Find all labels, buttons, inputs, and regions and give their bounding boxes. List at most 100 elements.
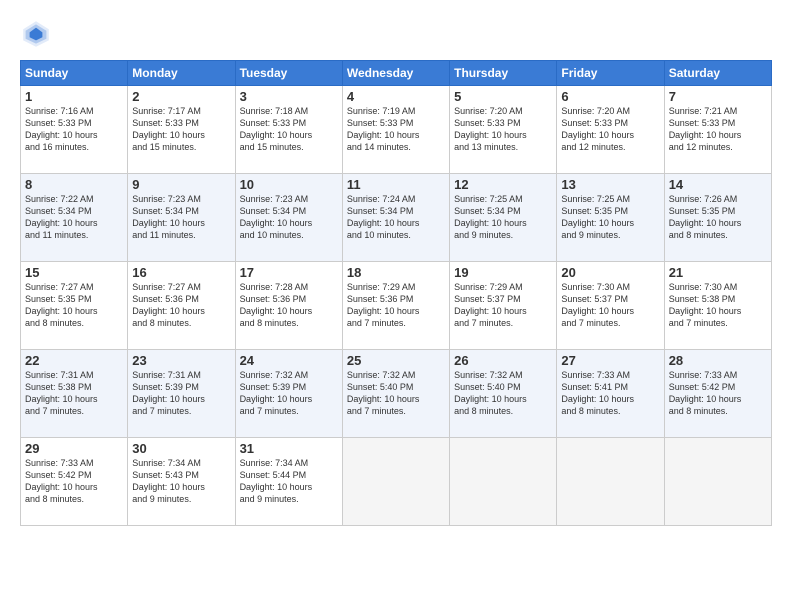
day-number: 28 — [669, 353, 767, 368]
day-number: 20 — [561, 265, 659, 280]
day-number: 11 — [347, 177, 445, 192]
calendar-cell: 17Sunrise: 7:28 AM Sunset: 5:36 PM Dayli… — [235, 262, 342, 350]
calendar-cell — [557, 438, 664, 526]
header — [20, 18, 772, 50]
day-info: Sunrise: 7:17 AM Sunset: 5:33 PM Dayligh… — [132, 105, 230, 154]
day-info: Sunrise: 7:32 AM Sunset: 5:39 PM Dayligh… — [240, 369, 338, 418]
calendar-cell: 31Sunrise: 7:34 AM Sunset: 5:44 PM Dayli… — [235, 438, 342, 526]
day-info: Sunrise: 7:31 AM Sunset: 5:38 PM Dayligh… — [25, 369, 123, 418]
header-wednesday: Wednesday — [342, 61, 449, 86]
day-number: 21 — [669, 265, 767, 280]
day-info: Sunrise: 7:34 AM Sunset: 5:43 PM Dayligh… — [132, 457, 230, 506]
header-friday: Friday — [557, 61, 664, 86]
day-info: Sunrise: 7:23 AM Sunset: 5:34 PM Dayligh… — [132, 193, 230, 242]
logo — [20, 18, 56, 50]
day-number: 10 — [240, 177, 338, 192]
calendar-cell: 11Sunrise: 7:24 AM Sunset: 5:34 PM Dayli… — [342, 174, 449, 262]
day-number: 26 — [454, 353, 552, 368]
header-tuesday: Tuesday — [235, 61, 342, 86]
day-info: Sunrise: 7:25 AM Sunset: 5:35 PM Dayligh… — [561, 193, 659, 242]
calendar-cell: 8Sunrise: 7:22 AM Sunset: 5:34 PM Daylig… — [21, 174, 128, 262]
day-number: 22 — [25, 353, 123, 368]
day-number: 9 — [132, 177, 230, 192]
day-number: 30 — [132, 441, 230, 456]
header-monday: Monday — [128, 61, 235, 86]
day-info: Sunrise: 7:20 AM Sunset: 5:33 PM Dayligh… — [561, 105, 659, 154]
page: Sunday Monday Tuesday Wednesday Thursday… — [0, 0, 792, 612]
calendar-cell: 6Sunrise: 7:20 AM Sunset: 5:33 PM Daylig… — [557, 86, 664, 174]
day-number: 2 — [132, 89, 230, 104]
day-info: Sunrise: 7:31 AM Sunset: 5:39 PM Dayligh… — [132, 369, 230, 418]
day-info: Sunrise: 7:30 AM Sunset: 5:37 PM Dayligh… — [561, 281, 659, 330]
day-number: 18 — [347, 265, 445, 280]
header-thursday: Thursday — [450, 61, 557, 86]
day-info: Sunrise: 7:21 AM Sunset: 5:33 PM Dayligh… — [669, 105, 767, 154]
day-info: Sunrise: 7:29 AM Sunset: 5:36 PM Dayligh… — [347, 281, 445, 330]
day-info: Sunrise: 7:26 AM Sunset: 5:35 PM Dayligh… — [669, 193, 767, 242]
calendar-cell: 15Sunrise: 7:27 AM Sunset: 5:35 PM Dayli… — [21, 262, 128, 350]
day-info: Sunrise: 7:29 AM Sunset: 5:37 PM Dayligh… — [454, 281, 552, 330]
calendar-cell: 5Sunrise: 7:20 AM Sunset: 5:33 PM Daylig… — [450, 86, 557, 174]
day-number: 5 — [454, 89, 552, 104]
calendar-cell: 13Sunrise: 7:25 AM Sunset: 5:35 PM Dayli… — [557, 174, 664, 262]
calendar-cell: 9Sunrise: 7:23 AM Sunset: 5:34 PM Daylig… — [128, 174, 235, 262]
calendar-week-row: 8Sunrise: 7:22 AM Sunset: 5:34 PM Daylig… — [21, 174, 772, 262]
calendar-cell: 12Sunrise: 7:25 AM Sunset: 5:34 PM Dayli… — [450, 174, 557, 262]
day-number: 16 — [132, 265, 230, 280]
calendar-cell: 27Sunrise: 7:33 AM Sunset: 5:41 PM Dayli… — [557, 350, 664, 438]
calendar-cell: 18Sunrise: 7:29 AM Sunset: 5:36 PM Dayli… — [342, 262, 449, 350]
calendar-cell: 2Sunrise: 7:17 AM Sunset: 5:33 PM Daylig… — [128, 86, 235, 174]
day-number: 13 — [561, 177, 659, 192]
calendar-cell: 25Sunrise: 7:32 AM Sunset: 5:40 PM Dayli… — [342, 350, 449, 438]
day-number: 24 — [240, 353, 338, 368]
calendar-cell: 29Sunrise: 7:33 AM Sunset: 5:42 PM Dayli… — [21, 438, 128, 526]
calendar-cell: 7Sunrise: 7:21 AM Sunset: 5:33 PM Daylig… — [664, 86, 771, 174]
day-info: Sunrise: 7:33 AM Sunset: 5:41 PM Dayligh… — [561, 369, 659, 418]
calendar-week-row: 22Sunrise: 7:31 AM Sunset: 5:38 PM Dayli… — [21, 350, 772, 438]
header-saturday: Saturday — [664, 61, 771, 86]
calendar-cell: 14Sunrise: 7:26 AM Sunset: 5:35 PM Dayli… — [664, 174, 771, 262]
day-info: Sunrise: 7:27 AM Sunset: 5:35 PM Dayligh… — [25, 281, 123, 330]
calendar-cell — [664, 438, 771, 526]
day-info: Sunrise: 7:34 AM Sunset: 5:44 PM Dayligh… — [240, 457, 338, 506]
day-number: 25 — [347, 353, 445, 368]
calendar-cell — [342, 438, 449, 526]
calendar-header-row: Sunday Monday Tuesday Wednesday Thursday… — [21, 61, 772, 86]
day-number: 15 — [25, 265, 123, 280]
calendar-cell: 23Sunrise: 7:31 AM Sunset: 5:39 PM Dayli… — [128, 350, 235, 438]
day-info: Sunrise: 7:32 AM Sunset: 5:40 PM Dayligh… — [454, 369, 552, 418]
day-number: 17 — [240, 265, 338, 280]
calendar-cell: 21Sunrise: 7:30 AM Sunset: 5:38 PM Dayli… — [664, 262, 771, 350]
day-number: 3 — [240, 89, 338, 104]
calendar-cell: 20Sunrise: 7:30 AM Sunset: 5:37 PM Dayli… — [557, 262, 664, 350]
calendar-week-row: 1Sunrise: 7:16 AM Sunset: 5:33 PM Daylig… — [21, 86, 772, 174]
calendar-week-row: 15Sunrise: 7:27 AM Sunset: 5:35 PM Dayli… — [21, 262, 772, 350]
calendar-cell: 22Sunrise: 7:31 AM Sunset: 5:38 PM Dayli… — [21, 350, 128, 438]
calendar-week-row: 29Sunrise: 7:33 AM Sunset: 5:42 PM Dayli… — [21, 438, 772, 526]
day-info: Sunrise: 7:33 AM Sunset: 5:42 PM Dayligh… — [25, 457, 123, 506]
day-number: 31 — [240, 441, 338, 456]
day-info: Sunrise: 7:30 AM Sunset: 5:38 PM Dayligh… — [669, 281, 767, 330]
calendar-cell: 10Sunrise: 7:23 AM Sunset: 5:34 PM Dayli… — [235, 174, 342, 262]
day-info: Sunrise: 7:24 AM Sunset: 5:34 PM Dayligh… — [347, 193, 445, 242]
calendar-cell: 28Sunrise: 7:33 AM Sunset: 5:42 PM Dayli… — [664, 350, 771, 438]
calendar-cell: 26Sunrise: 7:32 AM Sunset: 5:40 PM Dayli… — [450, 350, 557, 438]
day-number: 23 — [132, 353, 230, 368]
day-info: Sunrise: 7:32 AM Sunset: 5:40 PM Dayligh… — [347, 369, 445, 418]
calendar-cell: 30Sunrise: 7:34 AM Sunset: 5:43 PM Dayli… — [128, 438, 235, 526]
day-info: Sunrise: 7:25 AM Sunset: 5:34 PM Dayligh… — [454, 193, 552, 242]
calendar-cell: 16Sunrise: 7:27 AM Sunset: 5:36 PM Dayli… — [128, 262, 235, 350]
calendar-cell: 4Sunrise: 7:19 AM Sunset: 5:33 PM Daylig… — [342, 86, 449, 174]
calendar-cell: 3Sunrise: 7:18 AM Sunset: 5:33 PM Daylig… — [235, 86, 342, 174]
day-number: 6 — [561, 89, 659, 104]
day-info: Sunrise: 7:33 AM Sunset: 5:42 PM Dayligh… — [669, 369, 767, 418]
day-number: 8 — [25, 177, 123, 192]
calendar: Sunday Monday Tuesday Wednesday Thursday… — [20, 60, 772, 526]
day-info: Sunrise: 7:18 AM Sunset: 5:33 PM Dayligh… — [240, 105, 338, 154]
day-info: Sunrise: 7:19 AM Sunset: 5:33 PM Dayligh… — [347, 105, 445, 154]
day-info: Sunrise: 7:27 AM Sunset: 5:36 PM Dayligh… — [132, 281, 230, 330]
logo-icon — [20, 18, 52, 50]
day-number: 19 — [454, 265, 552, 280]
calendar-cell: 19Sunrise: 7:29 AM Sunset: 5:37 PM Dayli… — [450, 262, 557, 350]
header-sunday: Sunday — [21, 61, 128, 86]
